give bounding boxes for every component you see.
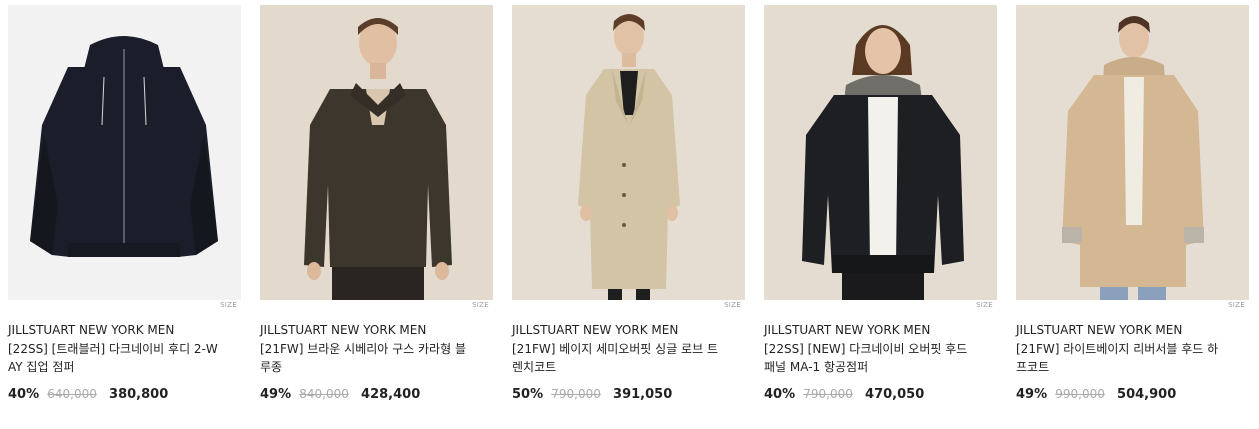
size-tag[interactable]: SIZE [1228, 301, 1245, 309]
discount-rate: 49% [260, 387, 292, 402]
product-card[interactable]: SIZE JILLSTUART NEW YORK MEN [21FW] 라이트베… [1016, 5, 1249, 429]
product-name[interactable]: [22SS] [트래블러] 다크네이비 후디 2-WAY 집업 점퍼 [8, 340, 218, 376]
product-brand[interactable]: JILLSTUART NEW YORK MEN [764, 323, 930, 337]
sale-price: 391,050 [613, 387, 673, 402]
sale-price: 380,800 [109, 387, 169, 402]
product-brand[interactable]: JILLSTUART NEW YORK MEN [260, 323, 426, 337]
original-price: 840,000 [299, 387, 349, 401]
size-tag[interactable]: SIZE [220, 301, 237, 309]
sale-price: 428,400 [361, 387, 421, 402]
product-photo [512, 5, 745, 300]
price-row: 49% 990,000 504,900 [1016, 387, 1176, 407]
original-price: 790,000 [551, 387, 601, 401]
product-brand[interactable]: JILLSTUART NEW YORK MEN [1016, 323, 1182, 337]
product-card[interactable]: SIZE JILLSTUART NEW YORK MEN [21FW] 베이지 … [512, 5, 745, 429]
size-tag[interactable]: SIZE [724, 301, 741, 309]
discount-rate: 40% [8, 387, 40, 402]
discount-rate: 49% [1016, 387, 1048, 402]
product-photo [260, 5, 493, 300]
product-photo [1016, 5, 1249, 300]
original-price: 790,000 [803, 387, 853, 401]
product-grid: SIZE JILLSTUART NEW YORK MEN [22SS] [트래블… [8, 5, 1259, 429]
sale-price: 470,050 [865, 387, 925, 402]
size-tag[interactable]: SIZE [976, 301, 993, 309]
product-brand[interactable]: JILLSTUART NEW YORK MEN [512, 323, 678, 337]
product-name[interactable]: [21FW] 라이트베이지 리버서블 후드 하프코트 [1016, 340, 1226, 376]
product-card[interactable]: SIZE JILLSTUART NEW YORK MEN [22SS] [트래블… [8, 5, 241, 429]
product-image[interactable] [764, 5, 997, 300]
price-row: 50% 790,000 391,050 [512, 387, 672, 407]
product-card[interactable]: SIZE JILLSTUART NEW YORK MEN [21FW] 브라운 … [260, 5, 493, 429]
original-price: 990,000 [1055, 387, 1105, 401]
product-photo [764, 5, 997, 300]
product-image[interactable] [8, 5, 241, 300]
product-image[interactable] [1016, 5, 1249, 300]
size-tag[interactable]: SIZE [472, 301, 489, 309]
product-name[interactable]: [21FW] 브라운 시베리아 구스 카라형 블루종 [260, 340, 470, 376]
discount-rate: 50% [512, 387, 544, 402]
product-image[interactable] [260, 5, 493, 300]
product-name[interactable]: [21FW] 베이지 세미오버핏 싱글 로브 트렌치코트 [512, 340, 722, 376]
product-photo [8, 5, 241, 300]
product-brand[interactable]: JILLSTUART NEW YORK MEN [8, 323, 174, 337]
price-row: 40% 790,000 470,050 [764, 387, 924, 407]
original-price: 640,000 [47, 387, 97, 401]
discount-rate: 40% [764, 387, 796, 402]
price-row: 40% 640,000 380,800 [8, 387, 168, 407]
product-card[interactable]: SIZE JILLSTUART NEW YORK MEN [22SS] [NEW… [764, 5, 997, 429]
product-name[interactable]: [22SS] [NEW] 다크네이비 오버핏 후드 패널 MA-1 항공점퍼 [764, 340, 974, 376]
sale-price: 504,900 [1117, 387, 1177, 402]
product-image[interactable] [512, 5, 745, 300]
price-row: 49% 840,000 428,400 [260, 387, 420, 407]
